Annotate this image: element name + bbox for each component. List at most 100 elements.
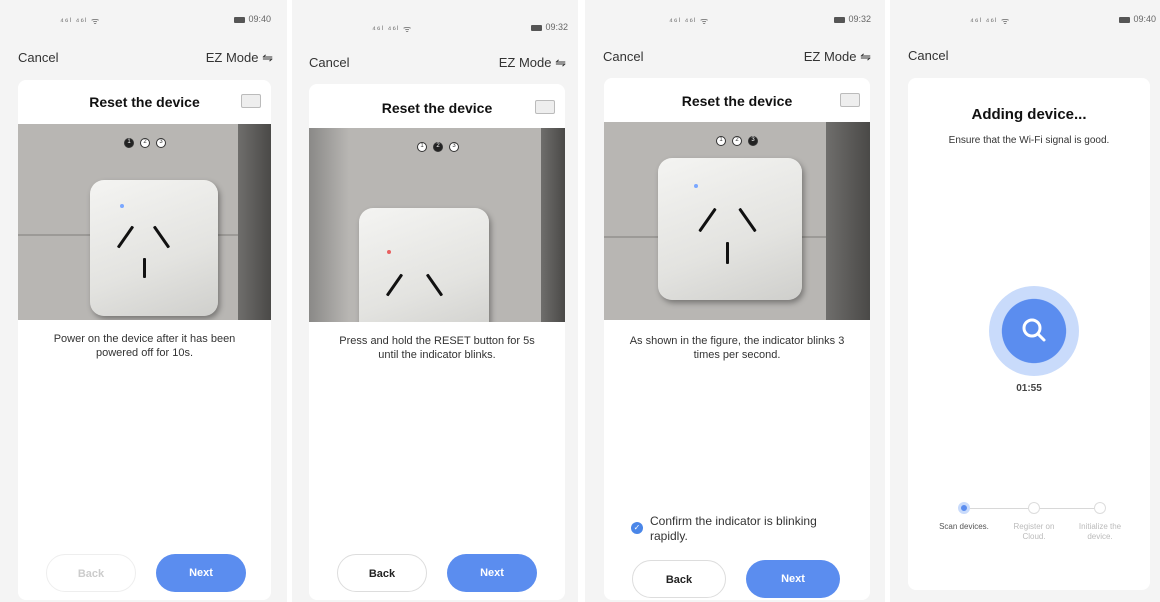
progress-step-label: Register on Cloud. xyxy=(1013,522,1055,541)
instruction-text: As shown in the figure, the indicator bl… xyxy=(629,335,845,361)
battery-icon xyxy=(1119,16,1131,23)
battery-icon xyxy=(834,16,846,23)
wall-shadow xyxy=(238,124,271,320)
plug-pin xyxy=(425,273,444,297)
progress-step-label: Scan devices. xyxy=(939,522,989,531)
plug-pin xyxy=(698,207,717,233)
device-photo: 1 2 3 xyxy=(309,128,565,322)
step-dot: 2 xyxy=(140,138,150,148)
clock: 09:40 xyxy=(1119,14,1156,24)
step-dot: 3 xyxy=(449,142,459,152)
status-bar: ⁴⁶ˡ ⁴⁶ˡ ᯤ 09:32 xyxy=(292,22,578,38)
reset-card: Reset the device 1 2 3 As shown in the f… xyxy=(604,78,870,600)
clock-text: 09:32 xyxy=(848,14,871,24)
next-button[interactable]: Next xyxy=(746,560,840,598)
clock: 09:40 xyxy=(234,14,271,24)
step-dot: 1 xyxy=(124,138,134,148)
video-icon[interactable] xyxy=(840,93,860,107)
battery-icon xyxy=(234,16,246,23)
step-dots: 1 2 3 xyxy=(716,136,758,146)
check-circle-icon[interactable]: ✓ xyxy=(631,522,643,534)
clock-text: 09:40 xyxy=(248,14,271,24)
wifi-hint-text: Ensure that the Wi-Fi signal is good. xyxy=(948,135,1110,146)
battery-icon xyxy=(531,24,543,31)
step-dot: 3 xyxy=(156,138,166,148)
top-bar: Cancel xyxy=(890,48,1160,72)
signal-indicator: ⁴⁶ˡ ⁴⁶ˡ ᯤ xyxy=(669,16,710,26)
video-icon[interactable] xyxy=(241,94,261,108)
video-icon[interactable] xyxy=(535,100,555,114)
cancel-button[interactable]: Cancel xyxy=(309,55,349,70)
back-button[interactable]: Back xyxy=(337,554,427,592)
screen-indicator-blinking: ⁴⁶ˡ ⁴⁶ˡ ᯤ 09:32 Cancel EZ Mode ⇋ Reset t… xyxy=(585,0,885,602)
next-button[interactable]: Next xyxy=(156,554,246,592)
smart-plug-image xyxy=(90,180,218,316)
cancel-button[interactable]: Cancel xyxy=(603,49,643,64)
indicator-led xyxy=(120,204,124,208)
top-bar: Cancel EZ Mode ⇋ xyxy=(292,55,578,79)
next-button[interactable]: Next xyxy=(447,554,537,592)
step-dot: 1 xyxy=(716,136,726,146)
reset-card: Reset the device 1 2 3 Press and hold th… xyxy=(309,84,565,600)
back-button[interactable]: Back xyxy=(46,554,136,592)
top-bar: Cancel EZ Mode ⇋ xyxy=(585,49,885,73)
screen-adding-device: ⁴⁶ˡ ⁴⁶ˡ ᯤ 09:40 Cancel Adding device... … xyxy=(890,0,1160,602)
back-button[interactable]: Back xyxy=(632,560,726,598)
smart-plug-image xyxy=(359,208,489,322)
plug-pin xyxy=(143,258,146,278)
indicator-led xyxy=(694,184,698,188)
screen-power-on: ⁴⁶ˡ ⁴⁶ˡ ᯤ 09:40 Cancel EZ Mode ⇋ Reset t… xyxy=(0,0,287,602)
ez-mode-switch[interactable]: EZ Mode ⇋ xyxy=(206,50,273,66)
step-dot: 3 xyxy=(748,136,758,146)
card-title: Reset the device xyxy=(89,94,200,110)
step-dot: 2 xyxy=(433,142,443,152)
progress-step-label: Initialize the device. xyxy=(1078,522,1122,541)
signal-indicator: ⁴⁶ˡ ⁴⁶ˡ ᯤ xyxy=(60,16,101,26)
clock-text: 09:40 xyxy=(1133,14,1156,24)
wall-shadow xyxy=(826,122,870,320)
step-dot: 1 xyxy=(417,142,427,152)
ez-mode-switch[interactable]: EZ Mode ⇋ xyxy=(499,55,566,71)
step-dot: 2 xyxy=(732,136,742,146)
progress-step-current xyxy=(958,502,970,514)
plug-pin xyxy=(385,273,404,297)
screen-press-reset: ⁴⁶ˡ ⁴⁶ˡ ᯤ 09:32 Cancel EZ Mode ⇋ Reset t… xyxy=(292,0,578,602)
adding-device-card: Adding device... Ensure that the Wi-Fi s… xyxy=(908,78,1150,590)
wall-shadow xyxy=(541,128,565,322)
step-dots: 1 2 3 xyxy=(417,142,459,152)
instruction-text: Press and hold the RESET button for 5s u… xyxy=(339,335,535,361)
search-icon xyxy=(1022,318,1046,342)
plug-pin xyxy=(738,207,757,233)
plug-pin xyxy=(726,242,729,264)
status-bar: ⁴⁶ˡ ⁴⁶ˡ ᯤ 09:32 xyxy=(585,14,885,30)
plug-pin xyxy=(116,225,135,249)
status-bar: ⁴⁶ˡ ⁴⁶ˡ ᯤ 09:40 xyxy=(0,14,287,30)
confirm-blinking-checkbox-label[interactable]: Confirm the indicator is blinking rapidl… xyxy=(650,514,850,544)
smart-plug-image xyxy=(658,158,802,300)
plug-pin xyxy=(152,225,171,249)
signal-indicator: ⁴⁶ˡ ⁴⁶ˡ ᯤ xyxy=(970,16,1011,26)
wall-shadow xyxy=(309,128,349,322)
card-title: Reset the device xyxy=(381,100,493,116)
reset-card: Reset the device 1 2 3 Power on the devi… xyxy=(18,80,271,600)
device-photo: 1 2 3 xyxy=(18,124,271,320)
clock-text: 09:32 xyxy=(545,22,568,32)
ez-mode-switch[interactable]: EZ Mode ⇋ xyxy=(804,49,871,65)
search-progress-ring xyxy=(989,286,1079,376)
progress-step xyxy=(1094,502,1106,514)
card-title: Reset the device xyxy=(681,93,793,109)
adding-device-title: Adding device... xyxy=(971,106,1087,123)
signal-indicator: ⁴⁶ˡ ⁴⁶ˡ ᯤ xyxy=(372,24,413,34)
device-photo: 1 2 3 xyxy=(604,122,870,320)
cancel-button[interactable]: Cancel xyxy=(18,50,58,65)
clock: 09:32 xyxy=(834,14,871,24)
instruction-text: Power on the device after it has been po… xyxy=(53,333,236,359)
top-bar: Cancel EZ Mode ⇋ xyxy=(0,50,287,74)
indicator-led xyxy=(387,250,391,254)
clock: 09:32 xyxy=(531,22,568,32)
step-dots: 1 2 3 xyxy=(124,138,166,148)
countdown-timer: 01:55 xyxy=(1016,383,1042,394)
cancel-button[interactable]: Cancel xyxy=(908,48,948,63)
progress-step xyxy=(1028,502,1040,514)
status-bar: ⁴⁶ˡ ⁴⁶ˡ ᯤ 09:40 xyxy=(890,14,1160,30)
